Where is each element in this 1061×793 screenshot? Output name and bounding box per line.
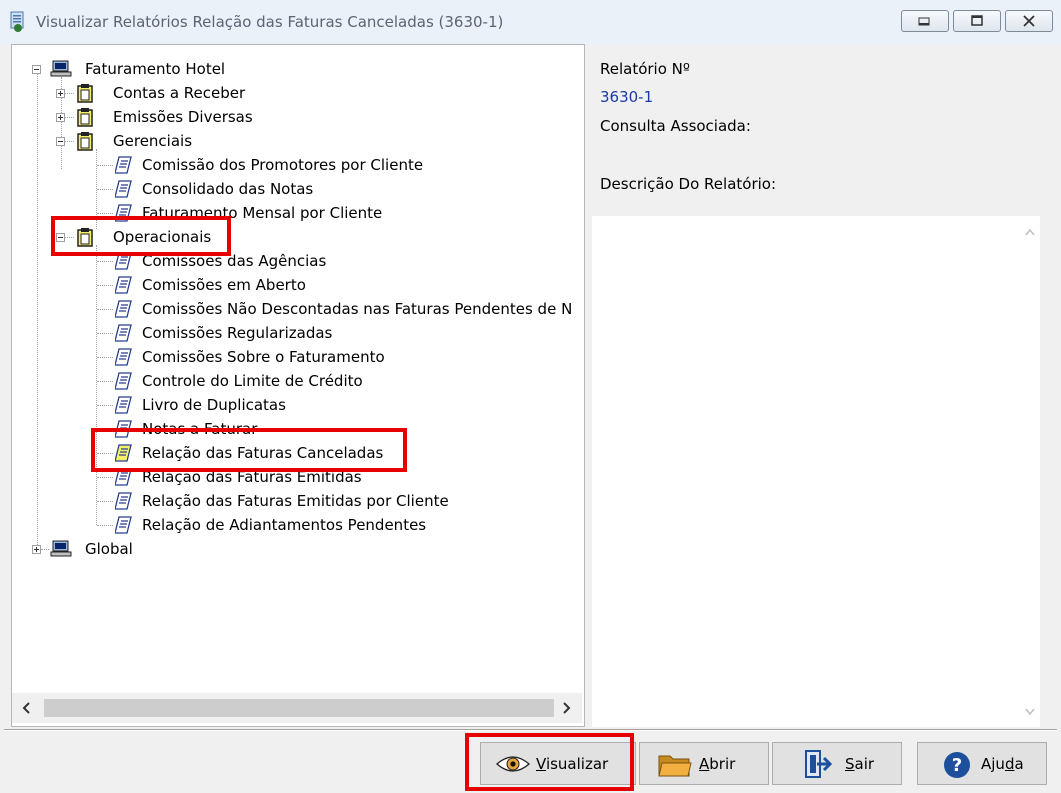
tree-item-label: Notas a Faturar [142,420,258,438]
collapse-icon[interactable] [32,65,41,74]
scrollbar-thumb[interactable] [44,699,554,717]
report-icon [115,396,132,414]
report-icon [115,492,132,510]
help-icon: ? [944,752,970,778]
close-button[interactable] [1005,10,1053,32]
tree-item-label: Comissões Sobre o Faturamento [142,348,385,366]
minimize-icon [918,17,930,26]
tree-node-label: Gerenciais [113,132,193,150]
report-number-label: Relatório Nº [600,60,690,78]
report-icon [115,348,132,366]
sair-button[interactable]: Sair [772,742,902,785]
tree-item-label: Comissões Não Descontadas nas Faturas Pe… [142,300,573,318]
button-label: brir [709,755,736,773]
tree-node-label: Contas a Receber [113,84,246,102]
tree-item-label: Relação das Faturas Emitidas por Cliente [142,492,449,510]
button-label: Aju [981,755,1005,773]
report-icon [115,276,132,294]
description-text-area[interactable] [592,216,1020,727]
report-icon [115,252,132,270]
title-bar: Visualizar Relatórios Relação das Fatura… [0,0,1061,44]
scroll-up-icon[interactable] [1025,228,1035,236]
description-vertical-scrollbar[interactable] [1020,216,1040,727]
expand-icon[interactable] [32,545,41,554]
tree-item-label: Consolidado das Notas [142,180,314,198]
report-tree-panel[interactable]: Faturamento Hotel Contas a Receber Emiss… [11,44,585,727]
clipboard-icon [77,84,93,103]
collapse-icon[interactable] [56,137,65,146]
tree-item-label: Comissão dos Promotores por Cliente [142,156,424,174]
eye-icon [496,756,530,772]
report-icon [115,420,132,438]
expand-icon[interactable] [56,89,65,98]
tree-item-label: Comissões Regularizadas [142,324,333,342]
tree-item-label: Comissões em Aberto [142,276,306,294]
visualizar-button[interactable]: Visualizar [480,742,636,785]
computer-icon [50,60,72,77]
close-icon [1023,15,1035,27]
tree-node-label: Emissões Diversas [113,108,253,126]
tree-item-label: Controle do Limite de Crédito [142,372,363,390]
report-icon [115,180,132,198]
tree-item-label: Comissões das Agências [142,252,327,270]
svg-text:?: ? [952,755,962,776]
tree-item-label: Relação de Adiantamentos Pendentes [142,516,427,534]
tree-item-label: Relação das Faturas Emitidas [142,468,362,486]
tree-node-label: Faturamento Hotel [85,60,226,78]
folder-icon [658,755,692,777]
report-icon [115,372,132,390]
report-tree[interactable]: Faturamento Hotel Contas a Receber Emiss… [12,45,582,695]
accelerator-key: A [699,755,710,773]
ajuda-button[interactable]: ? Ajuda [917,742,1047,785]
separator [4,729,1057,731]
minimize-button[interactable] [901,10,949,32]
button-label: isualizar [545,755,609,773]
button-label: a [1014,755,1024,773]
clipboard-icon [77,132,93,151]
report-number-value: 3630-1 [600,88,654,106]
tree-node-label: Operacionais [113,228,212,246]
accelerator-key: V [536,755,546,773]
abrir-button[interactable]: Abrir [639,742,769,785]
tree-item-label: Relação das Faturas Canceladas [142,444,384,462]
accelerator-key: S [845,755,855,773]
report-icon [115,324,132,342]
computer-icon [50,540,72,557]
clipboard-icon [77,108,93,127]
expand-icon[interactable] [56,113,65,122]
report-icon [115,444,132,462]
report-icon [115,300,132,318]
window-title: Visualizar Relatórios Relação das Fatura… [36,13,504,31]
report-details-panel [592,44,1050,727]
tree-item-label: Faturamento Mensal por Cliente [142,204,383,222]
report-icon [115,468,132,486]
clipboard-icon [77,228,93,247]
maximize-icon [971,15,983,26]
maximize-button[interactable] [953,10,1001,32]
scroll-left-icon[interactable] [22,702,32,714]
associated-query-label: Consulta Associada: [600,117,751,135]
scroll-down-icon[interactable] [1025,708,1035,716]
report-icon [115,204,132,222]
tree-node-label: Global [85,540,133,558]
report-icon [115,516,132,534]
exit-door-icon [805,750,833,778]
scroll-right-icon[interactable] [561,702,571,714]
collapse-icon[interactable] [56,233,65,242]
description-label: Descrição Do Relatório: [600,175,777,193]
app-icon [10,11,24,32]
tree-horizontal-scrollbar[interactable] [12,693,582,723]
tree-item-label: Livro de Duplicatas [142,396,286,414]
report-icon [115,156,132,174]
button-label: air [854,755,875,773]
